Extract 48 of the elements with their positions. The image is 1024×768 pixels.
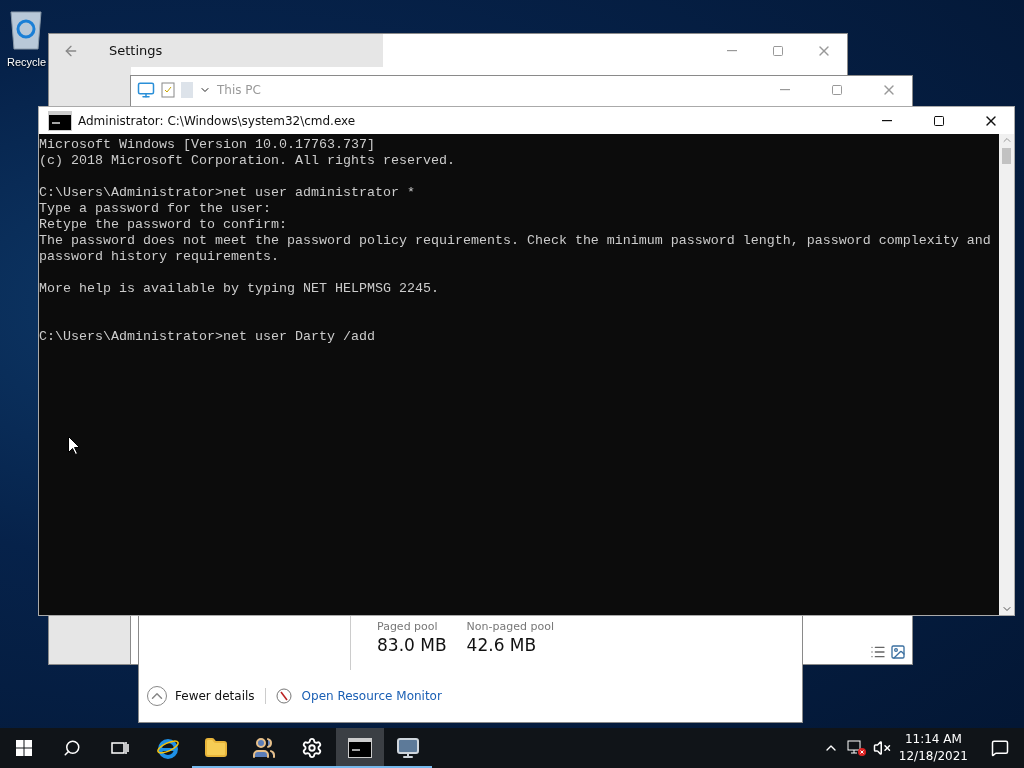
mouse-pointer-icon bbox=[68, 436, 80, 455]
windows-icon bbox=[16, 740, 32, 756]
users-icon bbox=[252, 736, 276, 760]
console-line: Retype the password to confirm: bbox=[39, 217, 288, 233]
console-line: (c) 2018 Microsoft Corporation. All rights reserved. bbox=[39, 153, 456, 169]
stat-value: 83.0 MB bbox=[377, 635, 447, 655]
resource-monitor-link[interactable]: Open Resource Monitor bbox=[301, 689, 442, 703]
stat-value: 42.6 MB bbox=[466, 635, 538, 655]
settings-icon bbox=[301, 737, 323, 759]
monitor-icon bbox=[396, 736, 420, 760]
taskbar-app-button[interactable] bbox=[336, 728, 384, 768]
computer-icon bbox=[137, 81, 155, 99]
maximize-icon bbox=[831, 84, 843, 96]
clock[interactable]: 11:14 AM 12/18/2021 bbox=[890, 731, 976, 765]
large-icons-view-icon[interactable] bbox=[890, 644, 906, 660]
stat-label: Non-paged pool bbox=[466, 620, 554, 633]
console-line: More help is available by typing NET HELPMSG 2245. bbox=[39, 281, 440, 297]
minimize-icon bbox=[727, 49, 737, 52]
notifications-icon bbox=[991, 739, 1009, 757]
window-title: Administrator: C:\Windows\system32\cmd.exe bbox=[78, 113, 356, 128]
search-icon bbox=[63, 739, 81, 757]
console-line: The password does not meet the password policy requirements. Check the minimum password length, password complexity and bbox=[39, 233, 992, 249]
terminal-icon bbox=[348, 738, 372, 758]
console-line: Type a password for the user: bbox=[39, 201, 272, 217]
console-line: Microsoft Windows [Version 10.0.17763.737] bbox=[39, 137, 376, 153]
stat-label: Paged pool bbox=[377, 620, 439, 633]
network-icon[interactable] bbox=[846, 739, 867, 757]
fewer-details-button[interactable]: Fewer details bbox=[147, 686, 255, 706]
console-line: password history requirements. bbox=[39, 249, 280, 265]
resource-monitor-icon bbox=[275, 688, 292, 704]
maximize-icon bbox=[933, 114, 945, 127]
desktop-icon-label[interactable]: Recycle bbox=[7, 56, 47, 68]
volume-muted-icon[interactable] bbox=[872, 739, 891, 757]
recycle-bin-icon[interactable] bbox=[7, 8, 45, 50]
window-title: This PC bbox=[217, 83, 261, 97]
scrollbar[interactable] bbox=[999, 134, 1014, 615]
window-title: Settings bbox=[109, 43, 163, 58]
console-line: C:\Users\Administrator>net user administrator * bbox=[39, 185, 416, 201]
folder-icon bbox=[204, 736, 228, 760]
minimize-icon bbox=[882, 119, 892, 122]
console-line: C:\Users\Administrator>net user Darty /add bbox=[39, 329, 376, 345]
task-view-icon bbox=[111, 740, 129, 756]
terminal-icon bbox=[48, 110, 72, 131]
scrollbar-thumb[interactable] bbox=[1002, 148, 1011, 164]
details-view-icon[interactable] bbox=[870, 644, 886, 660]
browser-icon bbox=[156, 736, 180, 760]
maximize-icon bbox=[772, 44, 784, 57]
minimize-icon bbox=[780, 89, 790, 91]
